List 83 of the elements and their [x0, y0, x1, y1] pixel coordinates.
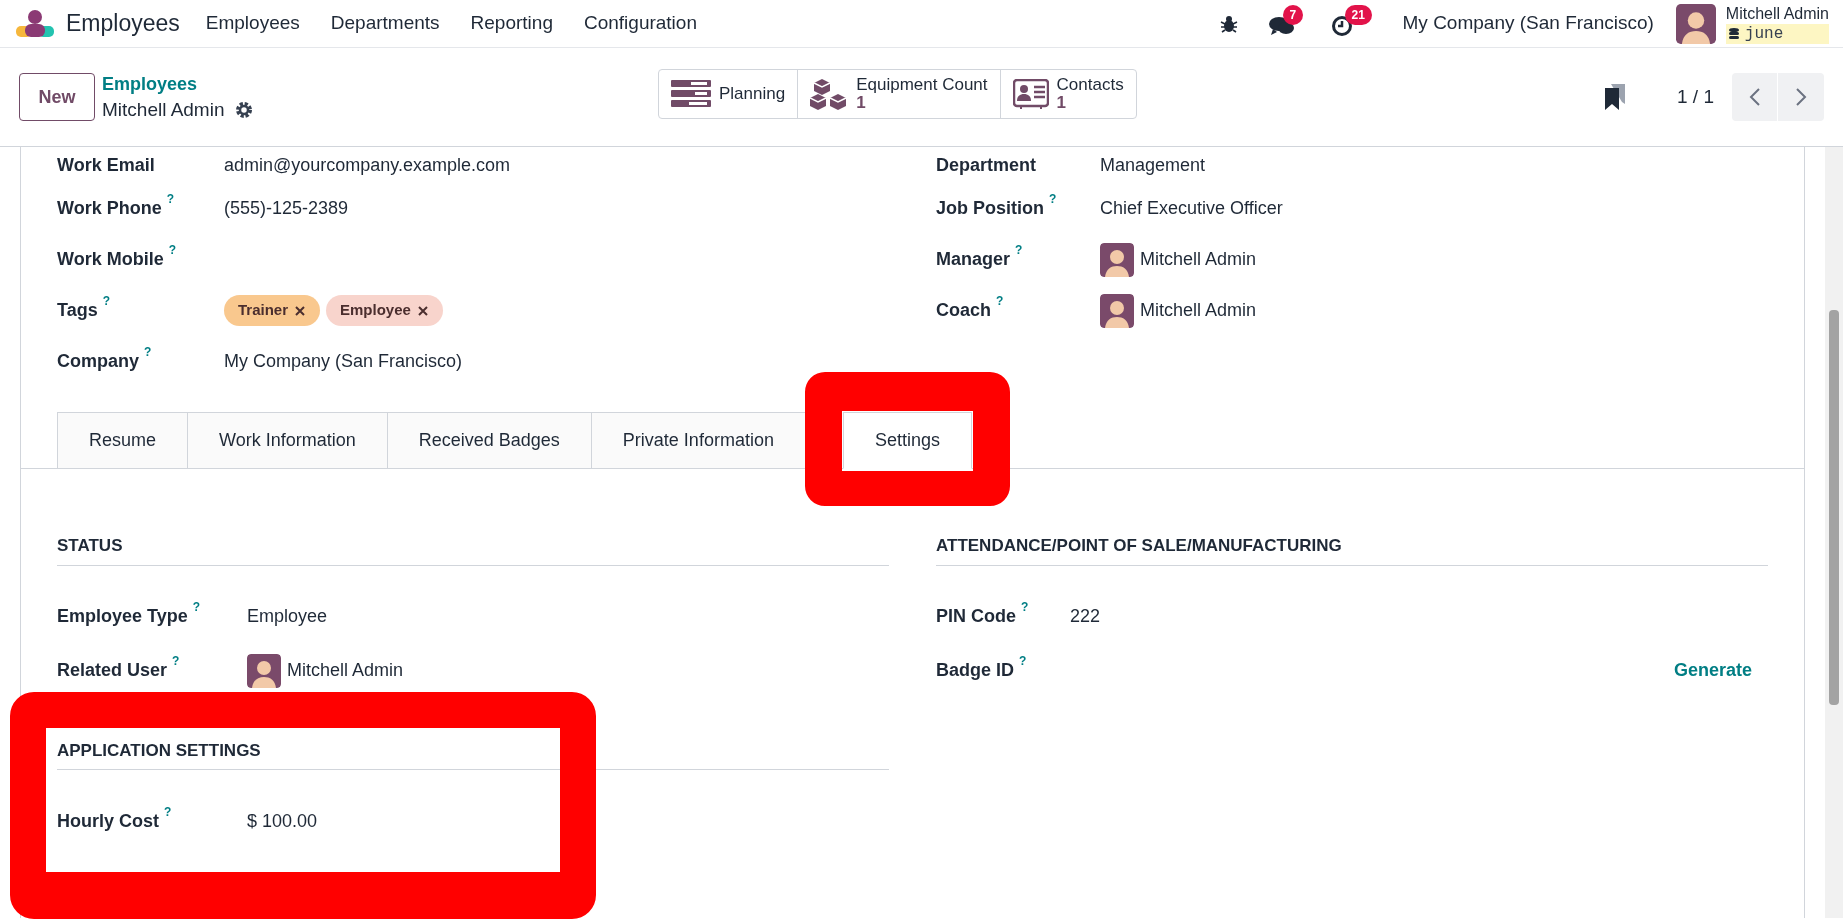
section-header: ATTENDANCE/POINT OF SALE/MANUFACTURING [936, 533, 1768, 566]
tab[interactable]: Received Badges [386, 412, 591, 468]
pager-value[interactable]: 1 / 1 [1677, 82, 1714, 112]
field-label: Work Phone [57, 197, 162, 220]
help-mark[interactable]: ? [192, 601, 201, 613]
field-label: PIN Code [936, 605, 1016, 628]
field-value[interactable]: Employee [247, 603, 328, 630]
tab[interactable]: Private Information [590, 412, 805, 468]
help-mark[interactable]: ? [166, 193, 175, 205]
field-label: Hourly Cost [57, 809, 159, 833]
tab[interactable]: Resume [57, 412, 188, 468]
field-label: Employee Type [57, 605, 188, 628]
new-button[interactable]: New [19, 73, 95, 121]
tab[interactable]: Settings [842, 412, 972, 469]
generate-link[interactable]: Generate [1673, 657, 1752, 684]
close-icon[interactable] [416, 304, 429, 317]
field-value[interactable]: Management [1100, 151, 1206, 179]
database-name: june [1744, 23, 1784, 44]
field-value[interactable]: (555)-125-2389 [224, 195, 349, 222]
field-value[interactable]: Mitchell Admin [287, 657, 404, 684]
field-label: Related User [57, 659, 168, 682]
help-mark[interactable]: ? [1019, 655, 1027, 667]
menu-item[interactable]: Employees [205, 9, 300, 38]
close-icon[interactable] [294, 304, 307, 317]
chevron-left-icon [1748, 87, 1761, 107]
avatar-icon [247, 653, 281, 688]
app-logo-icon[interactable] [14, 8, 56, 39]
help-mark[interactable]: ? [168, 244, 177, 256]
field-label: Work Email [57, 153, 155, 177]
menu-item[interactable]: Reporting [470, 9, 553, 38]
breadcrumb-link[interactable]: Employees [102, 72, 253, 97]
company-switcher[interactable]: My Company (San Francisco) [1402, 9, 1654, 38]
help-mark[interactable]: ? [1015, 244, 1023, 256]
notification-badge: 7 [1282, 4, 1304, 25]
field-value[interactable]: Mitchell Admin [1140, 297, 1257, 324]
field-label: Manager [936, 248, 1011, 271]
section-header: STATUS [57, 533, 889, 566]
smart-button[interactable]: Contacts 1 [999, 70, 1136, 118]
section-header: APPLICATION SETTINGS [57, 737, 889, 770]
field-label: Department [936, 153, 1037, 177]
record-name: Mitchell Admin [102, 98, 225, 122]
chevron-right-icon [1795, 87, 1807, 107]
cubes-icon [810, 77, 849, 111]
scrollbar-thumb[interactable] [1829, 310, 1839, 705]
avatar-icon[interactable] [1675, 3, 1716, 44]
bookmark-icon[interactable] [1605, 84, 1625, 110]
help-mark[interactable]: ? [1049, 193, 1057, 205]
help-mark[interactable]: ? [164, 805, 172, 818]
list-icon [671, 80, 711, 108]
field-value[interactable]: admin@yourcompany.example.com [224, 151, 511, 179]
clock-icon[interactable] [1330, 14, 1353, 37]
field-value[interactable]: Mitchell Admin [1140, 246, 1257, 273]
field-label: Coach [936, 299, 991, 322]
field-value[interactable]: My Company (San Francisco) [224, 348, 463, 375]
field-label: Tags [57, 299, 98, 322]
help-mark[interactable]: ? [996, 295, 1004, 307]
user-name[interactable]: Mitchell Admin [1725, 3, 1829, 24]
notification-badge: 21 [1344, 4, 1372, 25]
field-label: Company [57, 350, 139, 373]
tag: Employee [326, 295, 443, 326]
menu-item[interactable]: Configuration [583, 9, 697, 38]
database-icon [1728, 27, 1739, 40]
contact-card-icon [1012, 79, 1049, 109]
help-mark[interactable]: ? [102, 295, 111, 307]
help-mark[interactable]: ? [172, 655, 180, 667]
avatar-icon [1100, 293, 1134, 328]
bug-icon[interactable] [1218, 13, 1239, 34]
field-value[interactable]: $ 100.00 [247, 807, 318, 835]
field-label: Badge ID [936, 659, 1014, 682]
avatar-icon [1100, 242, 1134, 277]
tag: Trainer [224, 295, 321, 326]
help-mark[interactable]: ? [144, 346, 152, 358]
field-value[interactable]: Chief Executive Officer [1100, 195, 1283, 222]
app-name[interactable]: Employees [66, 6, 180, 41]
smart-button[interactable]: Equipment Count 1 [797, 70, 1000, 118]
field-value[interactable]: 222 [1070, 603, 1101, 630]
gear-icon[interactable] [234, 100, 253, 119]
field-label: Job Position [936, 197, 1044, 220]
field-label: Work Mobile [57, 248, 164, 271]
help-mark[interactable]: ? [1021, 601, 1029, 613]
tab[interactable]: Work Information [187, 412, 387, 468]
menu-item[interactable]: Departments [330, 9, 440, 38]
smart-button[interactable]: Planning [659, 70, 798, 118]
